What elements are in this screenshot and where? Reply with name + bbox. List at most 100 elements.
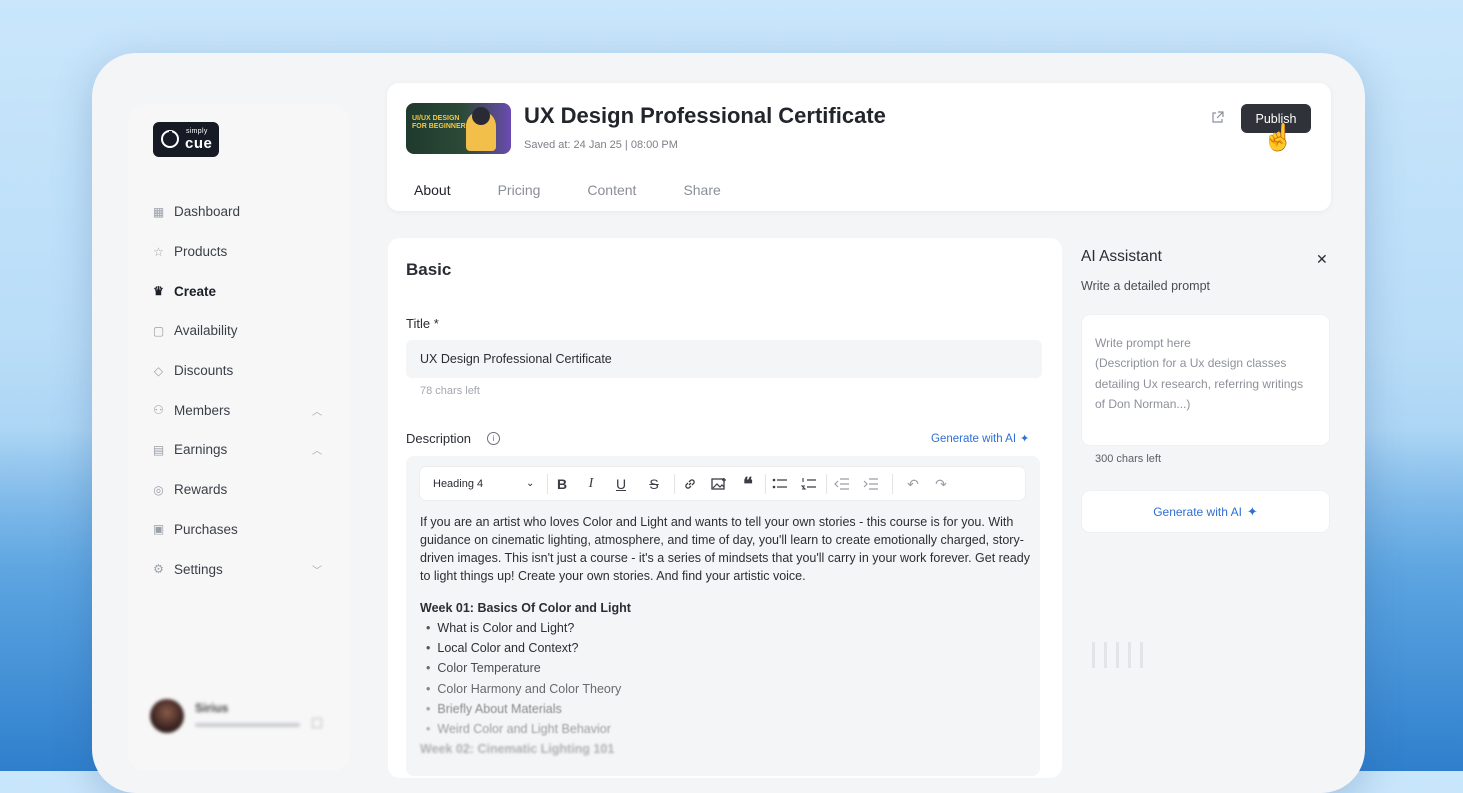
sidebar-nav: ▦ Dashboard ☆ Products ♛ Create ▢ Availa… [150, 192, 330, 589]
info-icon[interactable]: i [487, 432, 500, 445]
thumbnail-illustration-head [472, 107, 490, 125]
members-icon: ⚇ [153, 403, 164, 418]
app-logo[interactable]: simply cue [153, 122, 219, 157]
gear-icon: ⚙ [153, 562, 164, 577]
list-item: Color Temperature [426, 661, 540, 675]
sidebar-item-products[interactable]: ☆ Products [150, 232, 330, 272]
saved-timestamp: Saved at: 24 Jan 25 | 08:00 PM [524, 139, 678, 151]
sparkle-icon: ✦ [1020, 433, 1030, 445]
loading-indicator [1092, 642, 1162, 668]
sidebar-item-label: Rewards [174, 482, 228, 498]
section-heading: Basic [406, 260, 452, 279]
products-icon: ☆ [153, 244, 164, 259]
thumbnail-text: UI/UX DESIGN FOR BEGINNERS [412, 115, 471, 130]
image-icon[interactable] [709, 474, 729, 494]
title-label: Title * [406, 316, 439, 331]
bullet-list-icon[interactable] [770, 474, 790, 494]
tag-icon: ◇ [153, 363, 164, 378]
description-intro: If you are an artist who loves Color and… [420, 515, 1030, 583]
page-title: UX Design Professional Certificate [524, 103, 886, 128]
tab-content[interactable]: Content [587, 182, 636, 198]
gift-icon: ▣ [152, 522, 165, 537]
sidebar-item-members[interactable]: ⚇ Members ︿ [150, 390, 330, 430]
underline-icon[interactable]: U [611, 474, 631, 494]
week-heading: Week 01: Basics Of Color and Light [420, 601, 631, 615]
sidebar-item-label: Availability [174, 323, 238, 339]
sidebar-item-label: Create [174, 283, 217, 299]
generate-with-ai-label: Generate with AI [1153, 504, 1242, 519]
toolbar-divider [765, 474, 766, 494]
external-link-icon[interactable] [1211, 111, 1225, 125]
logo-mark-icon [161, 130, 179, 148]
list-item: Color Harmony and Color Theory [426, 682, 621, 696]
chevron-down-icon[interactable]: ﹀ [312, 562, 322, 577]
list-item: Weird Color and Light Behavior [426, 722, 610, 736]
sidebar-item-settings[interactable]: ⚙ Settings ﹀ [150, 549, 330, 589]
sidebar-item-purchases[interactable]: ▣ Purchases [150, 510, 330, 550]
description-label: Description [406, 431, 472, 446]
sidebar-item-label: Dashboard [174, 204, 241, 220]
avatar [150, 699, 184, 733]
logo-small-text: simply [186, 128, 208, 135]
list-item: Briefly About Materials [426, 702, 561, 716]
user-profile[interactable]: Sirius [150, 697, 330, 733]
toolbar-divider [826, 474, 827, 494]
earnings-icon: ▤ [152, 442, 165, 457]
course-tabs: About Pricing Content Share [414, 182, 768, 198]
course-thumbnail[interactable]: UI/UX DESIGN FOR BEGINNERS [406, 103, 511, 154]
sidebar-item-earnings[interactable]: ▤ Earnings ︿ [150, 430, 330, 470]
title-input[interactable] [406, 340, 1042, 378]
ai-chars-left: 300 chars left [1095, 453, 1162, 465]
sidebar-item-label: Purchases [174, 521, 238, 537]
sidebar-item-label: Earnings [174, 442, 228, 458]
heading-select[interactable]: Heading 4 [433, 478, 483, 490]
sidebar-item-dashboard[interactable]: ▦ Dashboard [150, 192, 330, 232]
list-item: What is Color and Light? [426, 621, 574, 635]
close-icon[interactable]: ✕ [1316, 251, 1328, 268]
chevron-down-icon[interactable]: ⌄ [526, 478, 534, 489]
quote-icon[interactable]: ❝ [738, 474, 758, 494]
logo-main-text: cue [185, 135, 213, 152]
list-item: Local Color and Context? [426, 641, 578, 655]
week-heading: Week 02: Cinematic Lighting 101 [420, 742, 615, 756]
tab-about[interactable]: About [414, 182, 451, 198]
sidebar-item-availability[interactable]: ▢ Availability [150, 311, 330, 351]
rewards-icon: ◎ [153, 482, 164, 497]
generate-with-ai-button[interactable]: Generate with AI ✦ [1082, 491, 1329, 532]
bold-icon[interactable]: B [552, 474, 572, 494]
chevron-up-icon[interactable]: ︿ [312, 403, 322, 418]
sidebar-item-create[interactable]: ♛ Create [150, 271, 330, 311]
user-subtitle-placeholder [195, 723, 300, 727]
indent-icon[interactable] [861, 474, 881, 494]
sidebar-item-discounts[interactable]: ◇ Discounts [150, 351, 330, 391]
ai-assistant-title: AI Assistant [1081, 248, 1162, 265]
tab-share[interactable]: Share [683, 182, 720, 198]
hand-cursor-icon: ☝ [1262, 122, 1295, 152]
redo-icon[interactable]: ↷ [931, 474, 951, 494]
sidebar-item-label: Discounts [174, 363, 234, 379]
calendar-icon: ▢ [152, 323, 165, 338]
dashboard-icon: ▦ [152, 204, 165, 219]
sidebar-item-label: Members [174, 402, 231, 418]
toolbar-divider [674, 474, 675, 494]
sidebar-item-rewards[interactable]: ◎ Rewards [150, 470, 330, 510]
numbered-list-icon[interactable] [799, 474, 819, 494]
toolbar-divider [892, 474, 893, 494]
ai-assistant-subtitle: Write a detailed prompt [1081, 279, 1210, 293]
ai-prompt-placeholder: Write prompt here (Description for a Ux … [1095, 336, 1304, 411]
chevron-up-icon[interactable]: ︿ [312, 442, 322, 457]
tab-pricing[interactable]: Pricing [498, 182, 541, 198]
sparkle-icon: ✦ [1246, 503, 1258, 519]
outdent-icon[interactable] [832, 474, 852, 494]
sidebar-item-label: Settings [174, 561, 223, 577]
generate-with-ai-label: Generate with AI [931, 433, 1017, 445]
italic-icon[interactable]: I [581, 474, 601, 494]
user-name: Sirius [195, 701, 229, 715]
title-chars-left: 78 chars left [420, 385, 480, 397]
user-menu-icon[interactable] [312, 718, 322, 728]
generate-with-ai-link[interactable]: Generate with AI ✦ [931, 432, 1029, 445]
strikethrough-icon[interactable]: S [644, 474, 664, 494]
link-icon[interactable] [680, 474, 700, 494]
undo-icon[interactable]: ↶ [903, 474, 923, 494]
toolbar-divider [547, 474, 548, 494]
